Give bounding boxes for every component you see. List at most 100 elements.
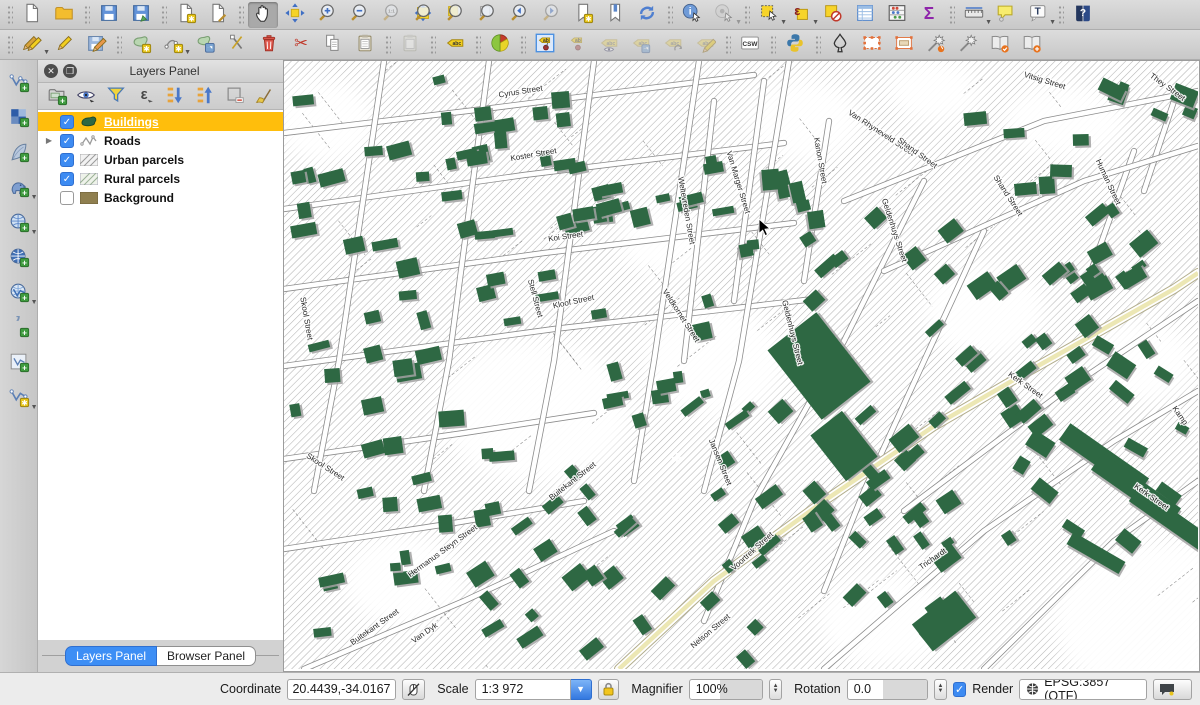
close-panel-button[interactable]: ✕ (44, 64, 58, 78)
scale-value[interactable]: 1:3 972 (475, 679, 571, 700)
show-statistics-button[interactable]: Σ (914, 2, 944, 28)
expander-icon[interactable]: ▶ (44, 136, 54, 145)
extent-rectangle-button[interactable] (857, 32, 887, 58)
zoom-last-button[interactable] (504, 2, 534, 28)
python-console-button[interactable] (780, 32, 810, 58)
select-features-button[interactable]: ▼ (754, 2, 784, 28)
crs-status-button[interactable]: EPSG:3857 (OTF) (1019, 679, 1147, 700)
layer-checkbox[interactable]: ✓ (60, 134, 74, 148)
rotate-label-button[interactable]: abc (658, 32, 688, 58)
new-project-button[interactable] (17, 2, 47, 28)
layer-item-urban-parcels[interactable]: ✓Urban parcels (38, 150, 283, 169)
filter-legend-button[interactable] (103, 85, 129, 108)
float-panel-button[interactable]: ❐ (63, 64, 77, 78)
rotation-spinner[interactable]: ▲▼ (934, 679, 947, 700)
delete-selected-button[interactable] (254, 32, 284, 58)
collapse-all-button[interactable] (192, 85, 218, 108)
tab-browser-panel[interactable]: Browser Panel (157, 646, 256, 666)
zoom-next-button[interactable] (536, 2, 566, 28)
magnifier-input[interactable]: 100% (689, 679, 763, 700)
zoom-to-layer-button[interactable] (472, 2, 502, 28)
composer-manager-button[interactable] (203, 2, 233, 28)
tab-layers-panel[interactable]: Layers Panel (65, 646, 157, 666)
csw-metasearch-button[interactable]: CSW (735, 32, 765, 58)
layer-labeling-options-button[interactable]: ab (530, 32, 560, 58)
move-label-button[interactable]: abc (626, 32, 656, 58)
zoom-out-button[interactable] (344, 2, 374, 28)
scale-combo[interactable]: 1:3 972 ▼ (475, 679, 592, 700)
map-tips-button[interactable] (991, 2, 1021, 28)
copy-features-button[interactable] (318, 32, 348, 58)
cut-features-button[interactable]: ✂ (286, 32, 316, 58)
pan-to-selection-button[interactable] (280, 2, 310, 28)
add-circular-string-button[interactable]: ✱▼ (158, 32, 188, 58)
layer-item-rural-parcels[interactable]: ✓Rural parcels (38, 169, 283, 188)
layer-checkbox[interactable]: ✓ (60, 172, 74, 186)
add-oracle-layer-button[interactable]: ’+ (3, 313, 35, 343)
remove-layer-button[interactable] (222, 85, 248, 108)
open-project-button[interactable] (49, 2, 79, 28)
select-by-expression-button[interactable]: ε▼ (786, 2, 816, 28)
new-print-composer-button[interactable]: ✱ (171, 2, 201, 28)
highlight-pinned-labels-button[interactable]: abc (594, 32, 624, 58)
mouse-extent-toggle[interactable] (402, 679, 425, 700)
clean-style-button[interactable] (251, 85, 277, 108)
layer-item-roads[interactable]: ▶✓Roads (38, 131, 283, 150)
add-group-button[interactable]: + (44, 85, 70, 108)
node-tool-button[interactable] (222, 32, 252, 58)
processing-wand-button[interactable] (953, 32, 983, 58)
add-postgis-layer-button[interactable]: +▼ (3, 173, 35, 203)
new-shapefile-layer-button[interactable]: + (3, 348, 35, 378)
rotation-input[interactable]: 0.0 (847, 679, 928, 700)
add-feature-button[interactable]: ✱ (126, 32, 156, 58)
toggle-editing-button[interactable] (49, 32, 79, 58)
measure-button[interactable]: ▼ (959, 2, 989, 28)
new-bookmark-button[interactable]: ✱ (568, 2, 598, 28)
manage-layer-visibility-button[interactable] (73, 85, 99, 108)
add-raster-layer-button[interactable]: + (3, 103, 35, 133)
open-attribute-table-button[interactable] (850, 2, 880, 28)
zoom-in-button[interactable] (312, 2, 342, 28)
coordinate-input[interactable]: 20.4439,-34.0167 (287, 679, 396, 700)
scale-lock-button[interactable] (598, 679, 620, 700)
osm-add-button[interactable] (1017, 32, 1047, 58)
osm-download-button[interactable] (985, 32, 1015, 58)
label-toolbar-button[interactable]: abc (440, 32, 470, 58)
save-project-button[interactable] (94, 2, 124, 28)
north-arrow-button[interactable] (825, 32, 855, 58)
pan-map-button[interactable] (248, 2, 278, 28)
zoom-native-button[interactable]: 1:1 (376, 2, 406, 28)
add-delimited-text-button[interactable]: + (3, 138, 35, 168)
move-feature-button[interactable] (190, 32, 220, 58)
add-wms-layer-button[interactable]: + (3, 243, 35, 273)
map-canvas[interactable]: Cyrus StreetKoster StreetKoi StreetKloof… (284, 60, 1200, 672)
layer-checkbox[interactable]: ✓ (60, 115, 74, 129)
save-project-as-button[interactable] (126, 2, 156, 28)
filter-legend-expression-button[interactable]: ε (133, 85, 159, 108)
add-spatialite-layer-button[interactable]: +▼ (3, 208, 35, 238)
render-checkbox[interactable]: ✓ (953, 682, 966, 697)
layer-styling-button[interactable] (485, 32, 515, 58)
current-edits-button[interactable]: ▼ (17, 32, 47, 58)
add-vector-layer-button[interactable]: + (3, 68, 35, 98)
text-annotation-button[interactable]: T▼ (1023, 2, 1053, 28)
expand-all-button[interactable] (162, 85, 188, 108)
layer-checkbox[interactable] (60, 191, 74, 205)
extent-label-rectangle-button[interactable] (889, 32, 919, 58)
scale-dropdown-button[interactable]: ▼ (571, 679, 592, 700)
field-calculator-button[interactable] (882, 2, 912, 28)
zoom-to-selection-button[interactable] (440, 2, 470, 28)
paste-features-button[interactable] (350, 32, 380, 58)
help-contents-button[interactable]: ? (1068, 2, 1098, 28)
magnifier-spinner[interactable]: ▲▼ (769, 679, 782, 700)
run-feature-action-button[interactable]: ▼ (709, 2, 739, 28)
layer-diagram-options-button[interactable]: ab (562, 32, 592, 58)
change-label-button[interactable]: abc (690, 32, 720, 58)
layer-checkbox[interactable]: ✓ (60, 153, 74, 167)
show-bookmarks-button[interactable] (600, 2, 630, 28)
refresh-map-button[interactable] (632, 2, 662, 28)
identify-features-button[interactable]: i (677, 2, 707, 28)
save-layer-edits-button[interactable] (81, 32, 111, 58)
deselect-features-button[interactable] (818, 2, 848, 28)
processing-wand-run-button[interactable] (921, 32, 951, 58)
